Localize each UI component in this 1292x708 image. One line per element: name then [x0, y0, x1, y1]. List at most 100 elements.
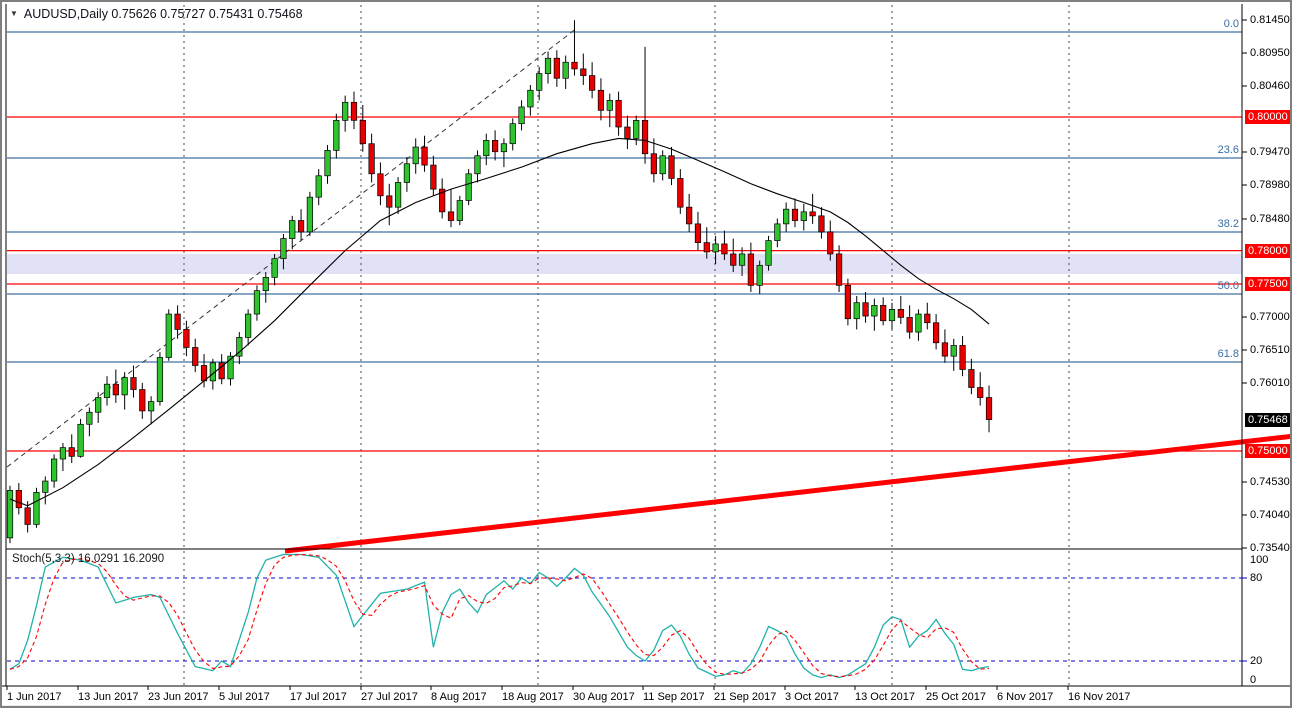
date-label: 23 Jun 2017: [148, 691, 209, 703]
price-axis-label: 0.74530: [1250, 476, 1290, 488]
candle-bear: [139, 389, 146, 412]
date-label: 6 Nov 2017: [997, 691, 1054, 703]
date-label: 17 Jul 2017: [290, 691, 347, 703]
ohlc-readout: AUDUSD,Daily 0.75626 0.75727 0.75431 0.7…: [23, 7, 303, 21]
candle-bull: [289, 220, 296, 239]
candle-bear: [430, 164, 437, 190]
candle-bear: [183, 329, 190, 348]
date-label: 5 Jul 2017: [219, 691, 270, 703]
candle-bear: [827, 231, 834, 255]
candle-bull: [456, 200, 463, 221]
candle-bull: [774, 223, 781, 241]
candle-bear: [721, 243, 728, 255]
candle-bull: [121, 377, 128, 396]
fib-level-label: 61.8: [1217, 348, 1239, 360]
date-label: 30 Aug 2017: [573, 691, 635, 703]
candle-bear: [421, 146, 428, 166]
candle-bear: [924, 313, 931, 324]
candle-bull: [562, 61, 569, 79]
thick-red-trendline[interactable]: [284, 433, 1292, 554]
candle-bull: [915, 313, 922, 333]
price-axis-label: 0.74040: [1250, 509, 1290, 521]
candle-bull: [148, 401, 155, 412]
candle-bull: [738, 253, 746, 266]
candle-bear: [906, 317, 913, 333]
price-axis-label: 0.76010: [1250, 377, 1290, 389]
candle-bull: [253, 290, 261, 315]
candle-bull: [33, 492, 40, 525]
date-label: 13 Jun 2017: [78, 691, 139, 703]
price-axis-label: 0.81450: [1250, 14, 1290, 26]
candle-bear: [368, 143, 375, 175]
candle-bull: [394, 182, 402, 208]
stoch-axis-label: 0: [1250, 674, 1257, 686]
stoch-signal-line: [9, 553, 990, 678]
candle-bull: [6, 490, 14, 539]
candle-bull: [518, 106, 525, 125]
symbol-dropdown-arrow-icon[interactable]: ▼: [10, 9, 18, 18]
stoch-axis-label: 20: [1250, 655, 1263, 667]
date-label: 11 Sep 2017: [643, 691, 705, 703]
candle-bear: [968, 369, 975, 388]
candle-bull: [86, 411, 93, 425]
candle-bear: [553, 57, 560, 79]
candle-bull: [783, 208, 790, 225]
candle-bear: [359, 119, 366, 145]
candle-bear: [15, 490, 22, 509]
candle-bear: [350, 101, 358, 121]
candle-bull: [315, 175, 322, 198]
candle-bull: [527, 89, 534, 108]
candle-bull: [280, 238, 287, 259]
candle-bull: [712, 243, 719, 253]
candle-bear: [941, 342, 949, 357]
price-axis-label: 0.79470: [1250, 146, 1290, 158]
price-axis-label: 0.80950: [1250, 47, 1290, 59]
candle-bear: [130, 377, 137, 390]
candle-bull: [633, 119, 640, 139]
candle-bull: [50, 458, 58, 482]
candle-bear: [694, 223, 702, 243]
candle-bear: [297, 220, 305, 233]
chart-canvas[interactable]: [2, 2, 1292, 708]
candle-bear: [68, 447, 75, 457]
candle-bear: [650, 153, 657, 175]
candle-bull: [871, 305, 878, 317]
candle-bull: [536, 73, 543, 91]
candle-bull: [103, 383, 111, 398]
candle-bull: [156, 357, 164, 402]
candle-bear: [192, 347, 199, 366]
line-price-badge: 0.80000: [1245, 110, 1290, 124]
candle-bear: [668, 155, 675, 179]
fib-level-label: 50.0: [1217, 280, 1239, 292]
candle-bull: [544, 57, 552, 74]
candle-bear: [386, 195, 393, 208]
line-price-badge: 0.78000: [1245, 244, 1290, 258]
candle-bull: [659, 155, 666, 175]
candle-bull: [606, 99, 613, 111]
candle-bull: [245, 313, 252, 338]
date-label: 18 Aug 2017: [502, 691, 564, 703]
candle-bear: [677, 178, 684, 208]
candle-bull: [324, 150, 331, 177]
date-label: 16 Nov 2017: [1068, 691, 1131, 703]
chart-title: ▼ AUDUSD,Daily 0.75626 0.75727 0.75431 0.…: [10, 7, 303, 21]
candle-bull: [42, 480, 49, 493]
candle-bull: [509, 123, 516, 145]
current-price-badge: 0.75468: [1245, 413, 1290, 427]
candle-bear: [615, 99, 622, 128]
candle-bear: [959, 345, 966, 370]
candle-bull: [403, 163, 410, 183]
candle-bull: [500, 143, 508, 153]
fib-level-label: 0.0: [1223, 18, 1239, 30]
candle-bear: [791, 208, 799, 221]
candle-bull: [333, 119, 340, 151]
candle-bear: [985, 397, 993, 420]
candle-bull: [756, 264, 763, 286]
stoch-axis-label: 100: [1250, 554, 1269, 566]
candle-bear: [174, 313, 181, 330]
candle-bear: [492, 140, 499, 153]
candle-bear: [897, 309, 904, 318]
date-label: 8 Aug 2017: [431, 691, 487, 703]
candle-bear: [730, 253, 737, 266]
candle-bull: [342, 101, 349, 121]
